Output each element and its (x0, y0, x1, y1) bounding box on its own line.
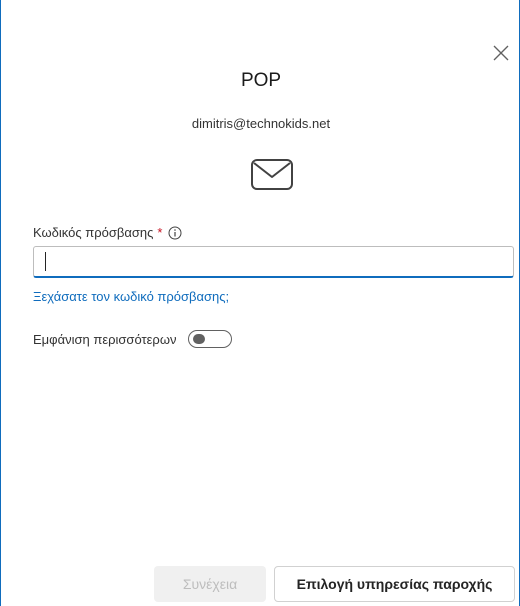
account-email: dimitris@technokids.net (191, 116, 331, 131)
close-icon (493, 45, 509, 61)
mail-envelope-icon (251, 159, 293, 190)
show-more-row: Εμφάνιση περισσότερων (33, 330, 233, 348)
toggle-knob (193, 334, 206, 344)
forgot-password-link[interactable]: Ξεχάσατε τον κωδικό πρόσβασης; (33, 289, 229, 304)
show-more-label: Εμφάνιση περισσότερων (33, 331, 177, 347)
password-label-row: Κωδικός πρόσβασης * (33, 225, 182, 240)
required-marker: * (157, 225, 163, 240)
continue-button[interactable]: Συνέχεια (154, 566, 266, 602)
show-more-toggle[interactable] (188, 330, 233, 348)
choose-provider-button[interactable]: Επιλογή υπηρεσίας παροχής (274, 566, 515, 602)
password-input[interactable] (33, 246, 514, 278)
password-label: Κωδικός πρόσβασης (33, 225, 154, 240)
pop-account-dialog: POP dimitris@technokids.net Κωδικός πρόσ… (0, 0, 520, 606)
close-button[interactable] (490, 42, 512, 64)
text-cursor (45, 252, 46, 271)
info-icon[interactable] (168, 226, 182, 240)
dialog-title: POP (240, 70, 282, 91)
